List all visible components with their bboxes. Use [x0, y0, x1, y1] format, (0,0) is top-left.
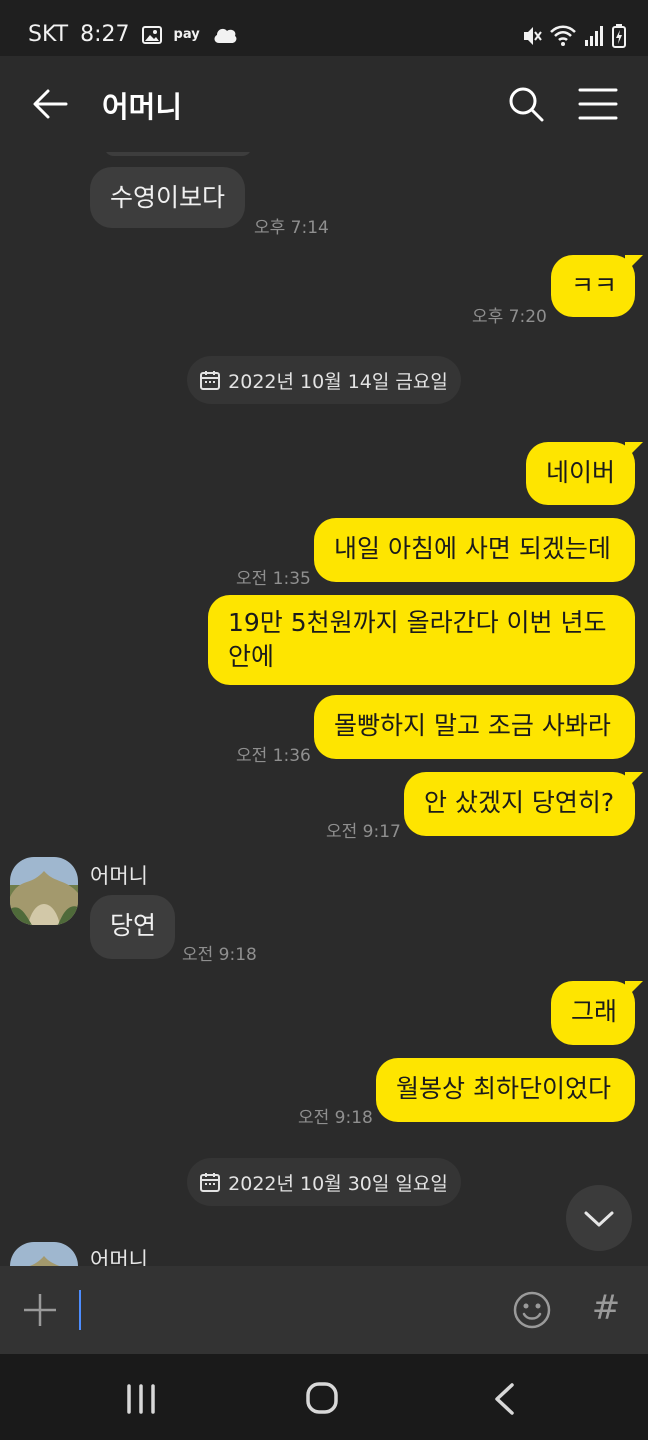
status-right [522, 24, 626, 48]
message-bubble-sent[interactable]: 그래 [551, 981, 643, 1045]
calendar-icon [200, 371, 221, 390]
chevron-down-icon [584, 1211, 614, 1227]
date-divider: 2022년 10월 14일 금요일 [187, 356, 461, 404]
message-bubble-sent[interactable]: 몰빵하지 말고 조금 사봐라 [314, 695, 635, 759]
pay-icon: pay [173, 27, 200, 42]
recent-apps-icon[interactable] [124, 1384, 158, 1414]
scroll-to-bottom-button[interactable] [566, 1185, 632, 1251]
message-input-bar: # [0, 1266, 648, 1354]
message-time: 오전 9:18 [182, 945, 257, 965]
date-label: 2022년 10월 30일 일요일 [228, 1172, 448, 1195]
date-label: 2022년 10월 14일 금요일 [228, 370, 448, 393]
calendar-icon [200, 1173, 221, 1192]
message-bubble-received[interactable]: 당연 [90, 895, 175, 959]
search-icon[interactable] [506, 84, 546, 124]
gallery-icon [141, 25, 162, 44]
message-time: 오전 9:18 [298, 1108, 373, 1128]
message-time: 오후 7:20 [472, 307, 547, 327]
home-icon[interactable] [305, 1381, 339, 1415]
message-bubble-sent[interactable]: ㅋㅋ [551, 255, 643, 317]
chat-screen: SKT 8:27 pay 어머니 수영이보다 오후 7:14 ㅋㅋ 오후 7:2… [0, 0, 648, 1440]
sender-name: 어머니 [90, 864, 148, 888]
cloud-icon [214, 28, 237, 43]
avatar[interactable] [10, 857, 78, 925]
message-time: 오후 7:14 [254, 218, 329, 238]
back-arrow-icon[interactable] [30, 84, 70, 124]
chat-header: 어머니 [0, 56, 648, 152]
message-time: 오전 1:35 [236, 569, 311, 589]
message-bubble-sent[interactable]: 네이버 [526, 442, 643, 505]
signal-icon [585, 26, 603, 46]
menu-icon[interactable] [578, 86, 618, 122]
message-bubble-sent[interactable]: 안 샀겠지 당연히? [404, 772, 643, 836]
message-time: 오전 9:17 [326, 822, 401, 842]
status-bar: SKT 8:27 pay [0, 0, 648, 56]
mute-icon [524, 27, 542, 45]
status-left: SKT 8:27 pay [28, 22, 238, 47]
message-input[interactable] [79, 1290, 81, 1330]
carrier-label: SKT [28, 22, 69, 47]
battery-icon [612, 24, 626, 48]
system-nav-bar [0, 1354, 648, 1440]
message-bubble-sent[interactable]: 내일 아침에 사면 되겠는데 [314, 518, 635, 582]
message-bubble-received[interactable]: 수영이보다 [90, 167, 246, 228]
hash-icon[interactable]: # [588, 1288, 624, 1328]
plus-icon[interactable] [22, 1292, 58, 1328]
nav-back-icon[interactable] [492, 1382, 516, 1416]
emoji-icon[interactable] [512, 1290, 552, 1330]
message-bubble-sent[interactable]: 월봉상 최하단이었다 [376, 1058, 635, 1122]
partial-bubble [104, 152, 252, 156]
clock: 8:27 [80, 22, 130, 47]
wifi-icon [550, 25, 576, 46]
chat-title: 어머니 [102, 90, 183, 124]
avatar-image [10, 857, 78, 925]
avatar[interactable] [10, 1242, 78, 1266]
message-list[interactable]: 수영이보다 오후 7:14 ㅋㅋ 오후 7:20 2022년 10월 14일 금… [0, 152, 648, 1266]
sender-name: 어머니 [90, 1248, 148, 1266]
message-bubble-sent[interactable]: 19만 5천원까지 올라간다 이번 년도 안에 [208, 595, 635, 685]
avatar-image [10, 1242, 78, 1266]
message-time: 오전 1:36 [236, 746, 311, 766]
date-divider: 2022년 10월 30일 일요일 [187, 1158, 461, 1206]
